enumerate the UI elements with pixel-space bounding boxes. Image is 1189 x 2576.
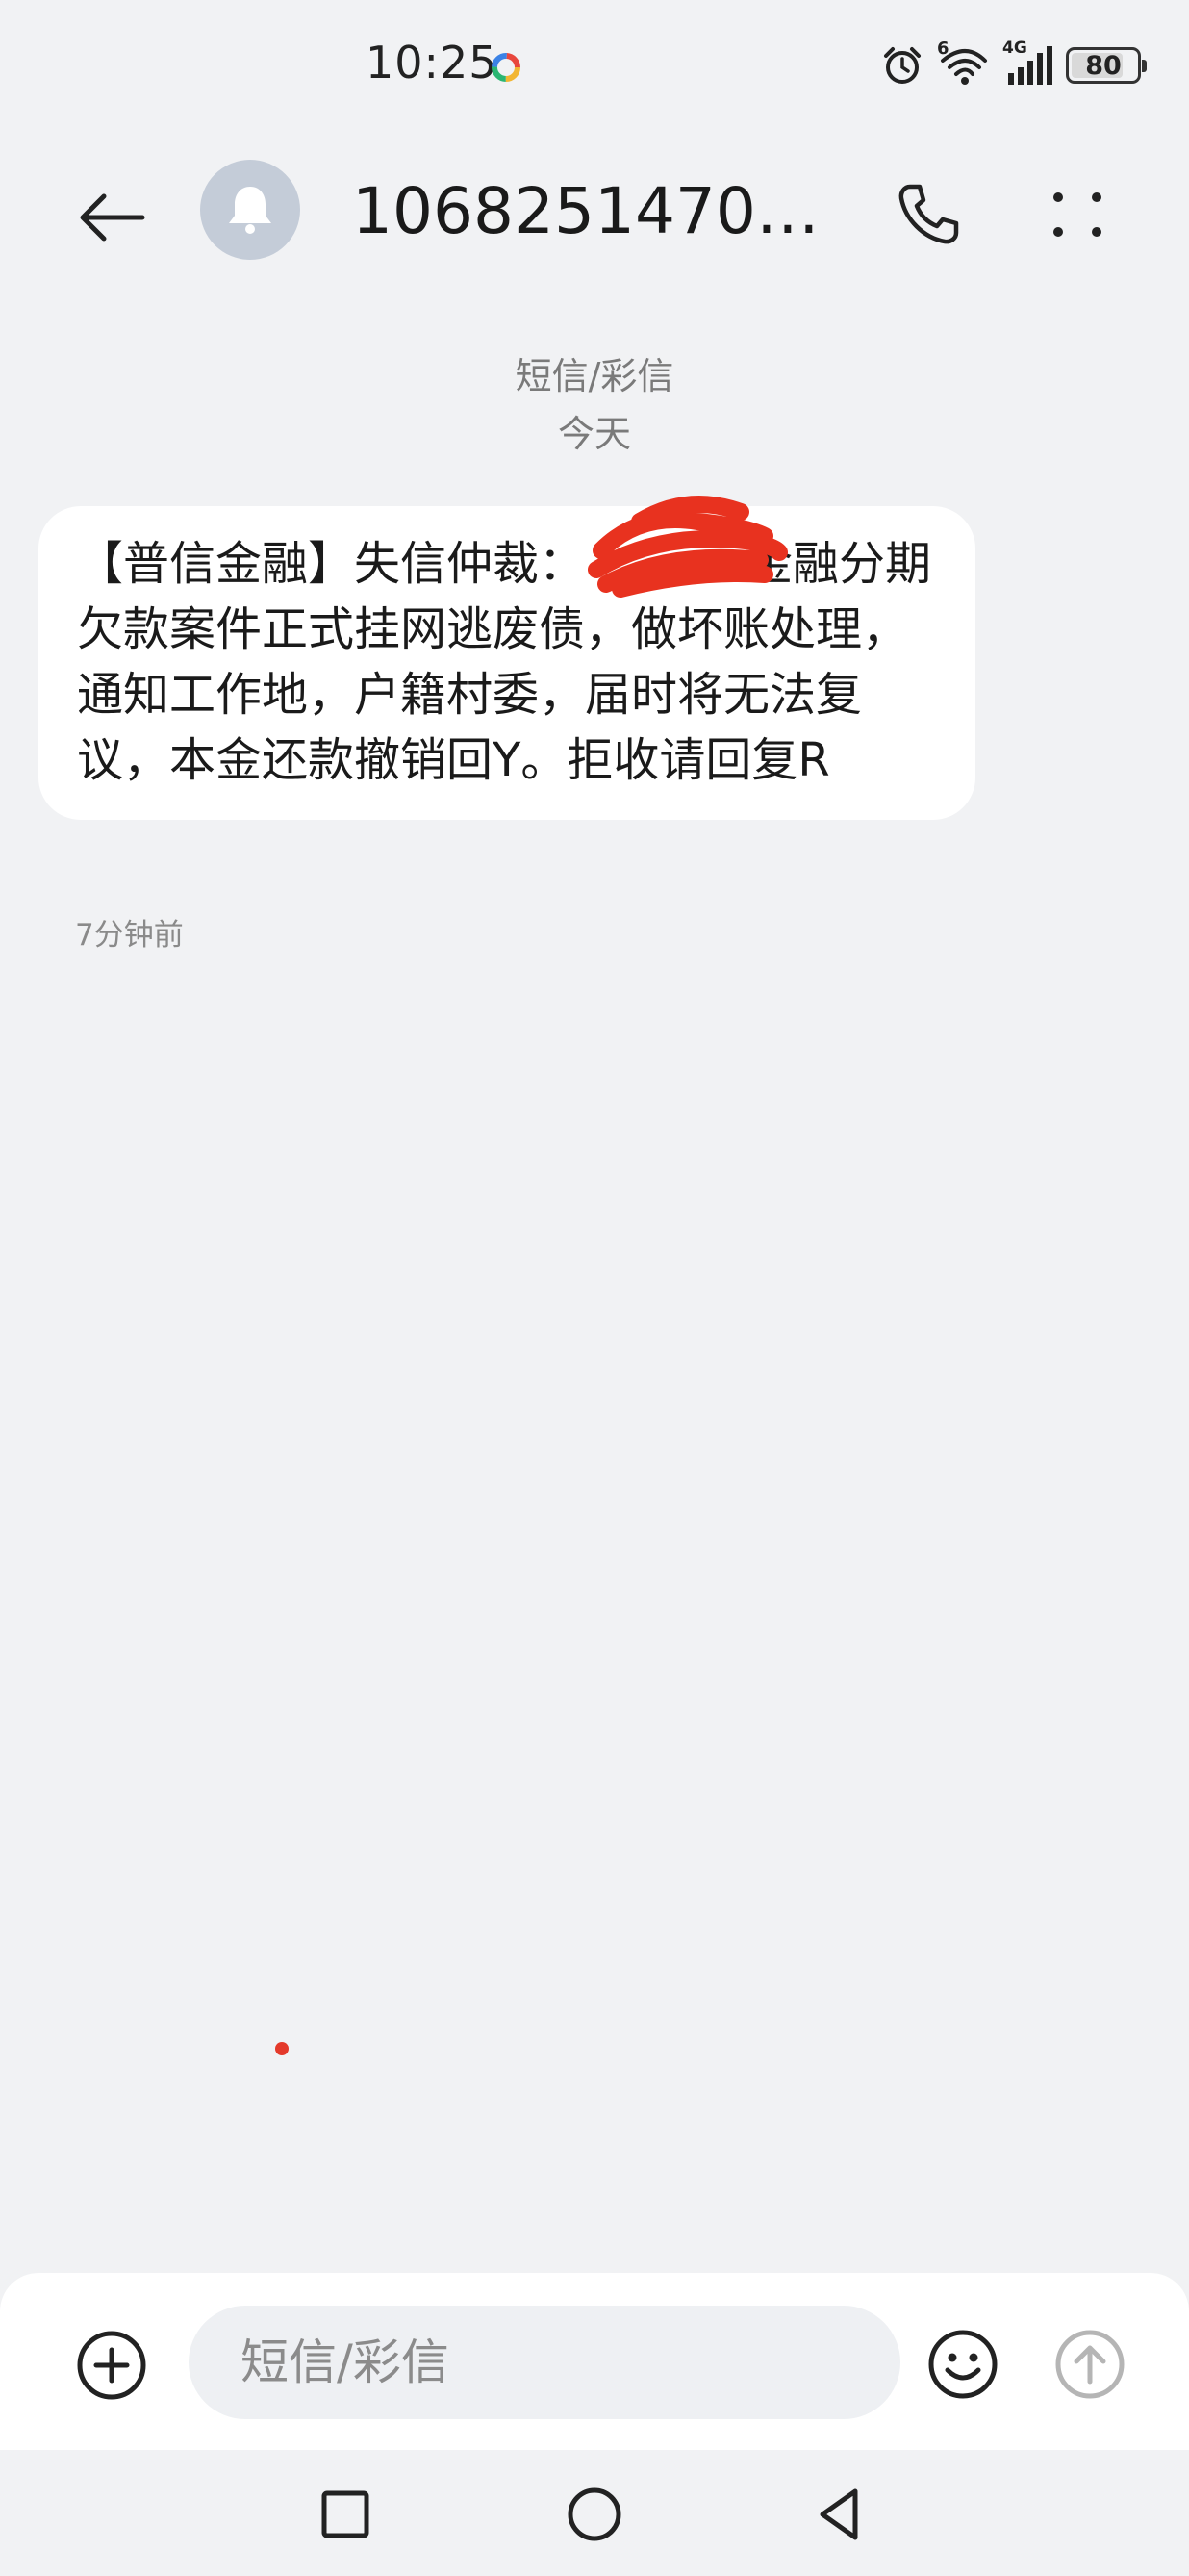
bell-icon bbox=[229, 187, 271, 234]
avatar[interactable] bbox=[200, 160, 300, 260]
emoji-icon bbox=[928, 2330, 998, 2399]
status-time: 10:25 bbox=[366, 37, 498, 89]
status-icons: 6 4G 80 bbox=[881, 38, 1147, 89]
send-button[interactable] bbox=[1047, 2321, 1133, 2408]
message-text: 【普信金融】失信仲裁： 金融分期欠款案件正式挂网逃废债，做坏账处理，通知工作地，… bbox=[77, 537, 932, 787]
app-notification-icon bbox=[492, 53, 520, 82]
message-input[interactable] bbox=[189, 2306, 900, 2419]
back-triangle-icon bbox=[820, 2488, 858, 2540]
message-bubble[interactable]: 【普信金融】失信仲裁： 金融分期欠款案件正式挂网逃废债，做坏账处理，通知工作地，… bbox=[38, 506, 975, 820]
messaging-screen: 10:25 6 4G 80 106825147000... 短信/彩信 今天 【… bbox=[0, 0, 1189, 2576]
add-attachment-button[interactable] bbox=[69, 2323, 154, 2408]
contact-name[interactable]: 106825147000... bbox=[352, 173, 852, 250]
message-time: 7分钟前 bbox=[75, 918, 184, 953]
cellular-indicator: 4G bbox=[1002, 38, 1052, 87]
back-button[interactable] bbox=[67, 173, 156, 262]
phone-icon bbox=[898, 184, 959, 244]
recents-square-icon bbox=[321, 2490, 369, 2538]
status-bar: 10:25 6 4G 80 bbox=[0, 0, 1189, 135]
emoji-button[interactable] bbox=[920, 2321, 1006, 2408]
conversation-header: 106825147000... bbox=[0, 144, 1189, 279]
battery-level: 80 bbox=[1085, 50, 1122, 81]
wifi-badge: 6 bbox=[937, 38, 949, 59]
send-icon bbox=[1055, 2330, 1125, 2399]
home-circle-icon bbox=[568, 2487, 621, 2541]
alarm-icon bbox=[884, 47, 921, 84]
more-options-button[interactable] bbox=[1039, 171, 1116, 258]
navigation-bar bbox=[0, 2450, 1189, 2576]
touch-indicator-dot bbox=[275, 2042, 289, 2055]
home-button[interactable] bbox=[551, 2471, 638, 2558]
nav-back-button[interactable] bbox=[797, 2471, 883, 2558]
more-dots-icon bbox=[1053, 192, 1101, 237]
recents-button[interactable] bbox=[302, 2471, 389, 2558]
network-type: 4G bbox=[1002, 38, 1027, 58]
add-icon bbox=[77, 2331, 146, 2400]
wifi-indicator: 6 bbox=[937, 38, 989, 87]
date-label: 今天 bbox=[557, 413, 631, 455]
call-button[interactable] bbox=[885, 171, 972, 258]
battery-icon: 80 bbox=[1066, 47, 1147, 84]
compose-bar bbox=[0, 2273, 1189, 2450]
back-arrow-icon bbox=[80, 193, 145, 242]
channel-label: 短信/彩信 bbox=[515, 355, 674, 397]
